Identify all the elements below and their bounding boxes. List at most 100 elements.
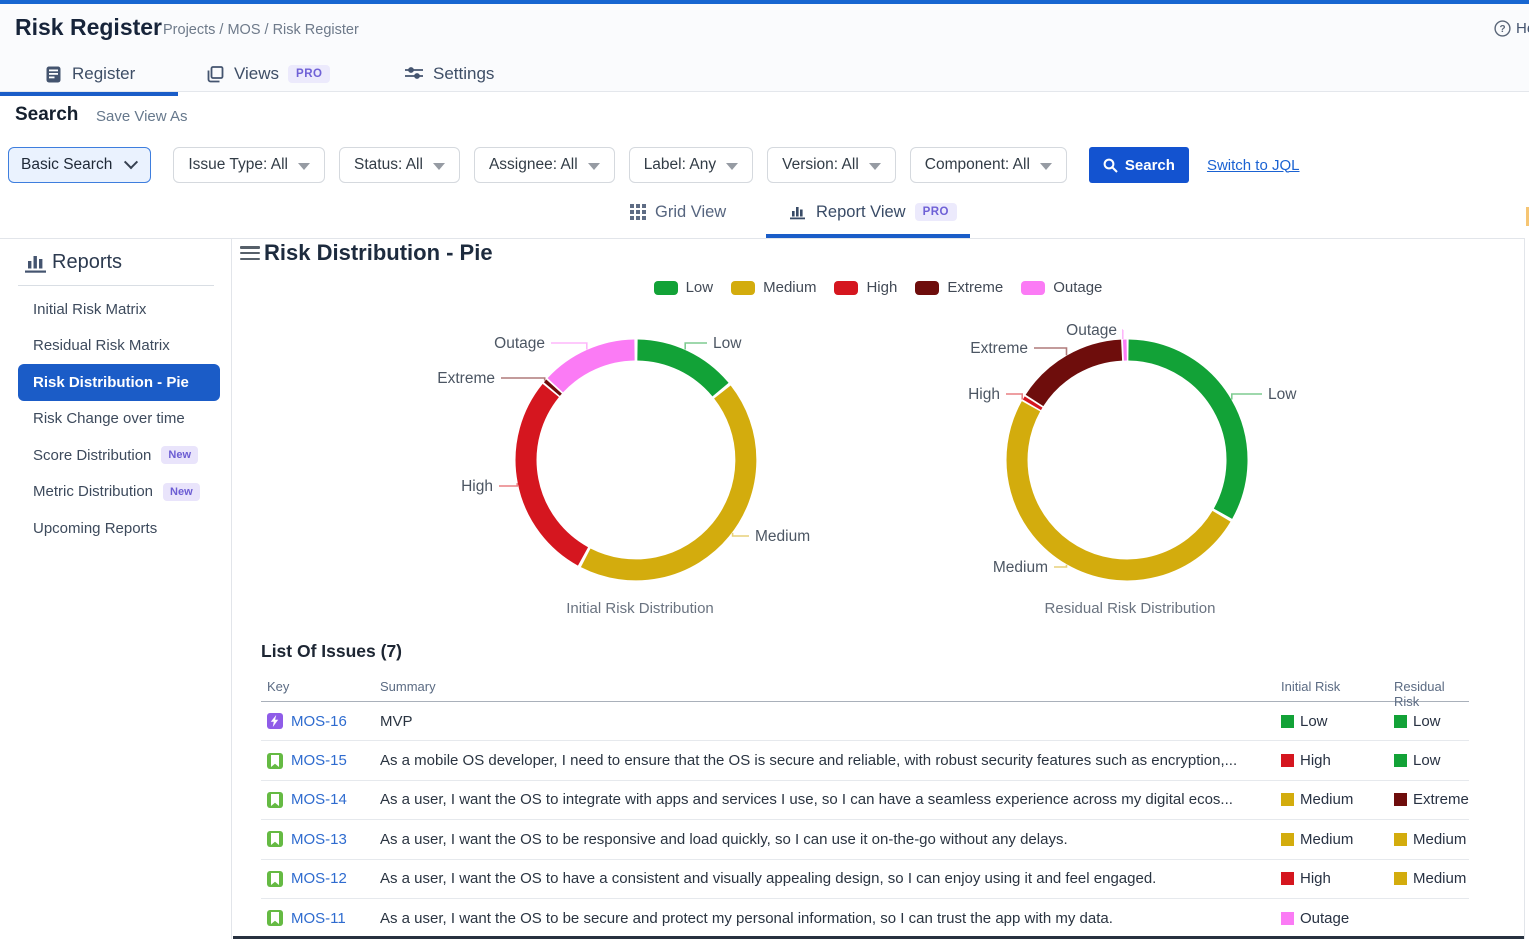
donut-segment-high[interactable] [526,391,583,557]
table-row: MOS-11As a user, I want the OS to be sec… [261,899,1469,938]
caret-down-icon [298,163,310,170]
legend-label: Low [686,279,714,296]
content-right-border [1524,238,1525,939]
summary-cell: As a user, I want the OS to integrate wi… [380,781,1265,819]
risk-swatch [1394,793,1407,806]
sidebar-item-label: Residual Risk Matrix [33,337,170,354]
donut-segment-low[interactable] [638,350,721,390]
issue-key-link[interactable]: MOS-15 [291,752,347,769]
sidebar-item-residual-risk-matrix[interactable]: Residual Risk Matrix [18,328,220,365]
key-cell: MOS-14 [267,781,347,819]
story-icon [267,910,283,926]
risk-swatch [1394,715,1407,728]
caret-down-icon [869,163,881,170]
tab-register[interactable]: Register [44,56,135,92]
table-row: MOS-14 As a user, I want the OS to integr… [261,781,1469,820]
sidebar-item-score-distribution[interactable]: Score DistributionNew [18,437,220,474]
settings-sliders-icon [404,65,424,84]
sidebar-item-risk-distribution-pie[interactable]: Risk Distribution - Pie [18,364,220,401]
basic-search-selector[interactable]: Basic Search [8,147,151,183]
reports-header: Reports [0,247,231,281]
switch-to-jql-link[interactable]: Switch to JQL [1207,157,1300,174]
donut-segment-extreme[interactable] [1035,350,1122,400]
filter-dropdown[interactable]: Status: All [339,147,460,183]
column-header-key: Key [267,679,289,694]
donut-segment-outage[interactable] [555,350,634,385]
search-button[interactable]: Search [1089,147,1189,183]
column-header-summary: Summary [380,679,436,694]
svg-text:?: ? [1499,24,1505,35]
tab-views[interactable]: Views PRO [206,56,330,92]
label-leader-line [1006,394,1022,400]
issue-key-link[interactable]: MOS-14 [291,791,347,808]
donut-segment-medium[interactable] [586,392,746,570]
caret-down-icon [433,163,445,170]
issue-key-link[interactable]: MOS-16 [291,713,347,730]
filter-dropdown[interactable]: Issue Type: All [173,147,325,183]
donut-segment-low[interactable] [1129,350,1238,514]
filter-dropdown[interactable]: Version: All [767,147,896,183]
breadcrumb[interactable]: Projects / MOS / Risk Register [163,22,359,38]
legend-item-outage[interactable]: Outage [1021,279,1102,296]
donut-segment-extreme[interactable] [552,387,554,390]
filter-dropdown-label: Label: Any [644,156,716,174]
column-header-initial-risk: Initial Risk [1281,679,1340,694]
sidebar-item-metric-distribution[interactable]: Metric Distribution New [18,474,220,511]
tab-grid-view[interactable]: Grid View [630,196,726,228]
tab-views-label: Views [234,64,279,84]
filter-row: Basic Search Issue Type: All Status: All A… [8,147,1300,183]
table-header: Key Summary Initial Risk Residual Risk [261,672,1469,702]
residual-risk-cell: Low [1394,741,1441,779]
sidebar-item-label: Metric Distribution [33,483,153,500]
residual-risk-donut-chart[interactable]: LowMediumHighExtremeOutage [900,318,1360,598]
tab-settings[interactable]: Settings [404,56,494,92]
legend-label: High [866,279,897,296]
risk-swatch [1394,872,1407,885]
issue-key-link[interactable]: MOS-13 [291,831,347,848]
donut-segment-high[interactable] [1032,402,1034,405]
filter-dropdown[interactable]: Assignee: All [474,147,615,183]
legend-item-medium[interactable]: Medium [731,279,816,296]
basic-search-label: Basic Search [21,156,112,174]
filter-dropdown[interactable]: Component: All [910,147,1067,183]
filter-dropdown-label: Version: All [782,156,859,174]
summary-cell: As a user, I want the OS to be responsiv… [380,820,1265,858]
sidebar-item-upcoming-reports[interactable]: Upcoming Reports [18,510,220,547]
key-cell: MOS-13 [267,820,347,858]
issues-table: Key Summary Initial Risk Residual Risk M… [261,672,1469,938]
risk-label: Outage [1300,910,1349,927]
sidebar-item-initial-risk-matrix[interactable]: Initial Risk Matrix [18,291,220,328]
legend-label: Outage [1053,279,1102,296]
sidebar-item-label: Upcoming Reports [33,520,157,537]
sidebar-item-risk-change-over-time[interactable]: Risk Change over time [18,401,220,438]
views-windows-icon [206,65,225,84]
initial-risk-donut-chart[interactable]: LowMediumHighExtremeOutage [420,318,880,598]
segment-label-outage: Outage [494,335,545,352]
donut-segment-medium[interactable] [1017,406,1221,570]
save-view-as-link[interactable]: Save View As [96,108,187,125]
risk-swatch [1394,754,1407,767]
initial-risk-cell: Outage [1281,899,1349,937]
issue-key-link[interactable]: MOS-11 [291,910,346,927]
risk-swatch [1281,715,1294,728]
active-view-underline [766,234,970,238]
segment-label-high: High [461,478,493,495]
key-cell: MOS-16 [267,702,347,740]
label-leader-line [551,343,587,350]
app-header: Risk Register Projects / MOS / Risk Regi… [0,4,1529,92]
new-badge: New [163,483,200,501]
legend-item-extreme[interactable]: Extreme [915,279,1003,296]
label-leader-line [1034,348,1067,355]
legend-label: Extreme [947,279,1003,296]
tab-register-label: Register [72,64,135,84]
risk-swatch [1281,872,1294,885]
risk-label: Medium [1413,831,1466,848]
help-button[interactable]: ? Help [1494,20,1529,37]
filter-dropdown[interactable]: Label: Any [629,147,753,183]
legend-swatch [915,281,939,295]
report-menu-icon[interactable] [240,246,260,262]
legend-item-low[interactable]: Low [654,279,714,296]
legend-item-high[interactable]: High [834,279,897,296]
issue-key-link[interactable]: MOS-12 [291,870,347,887]
tab-report-view[interactable]: Report View PRO [790,196,957,228]
